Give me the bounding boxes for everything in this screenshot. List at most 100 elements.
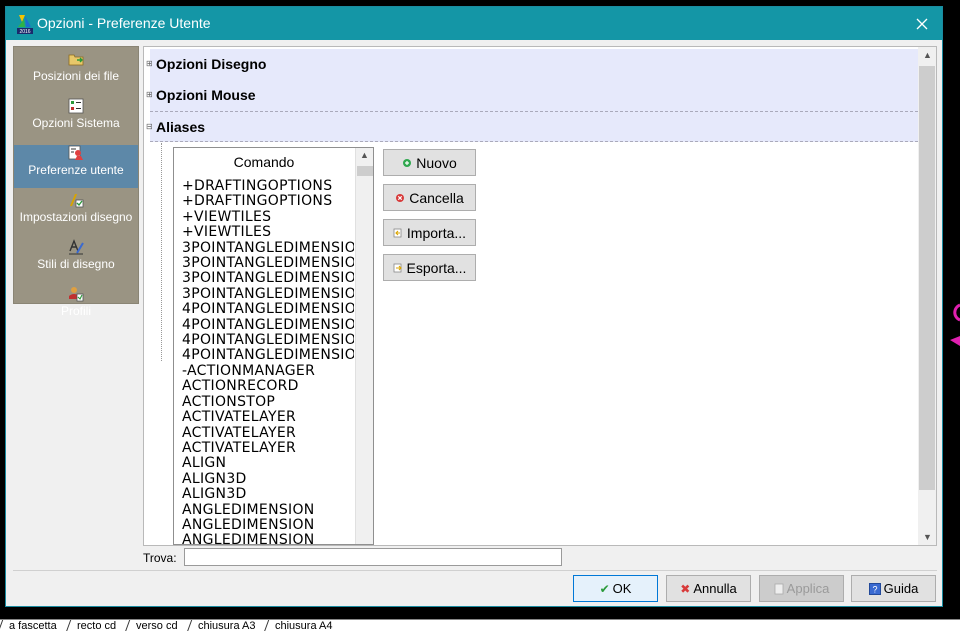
app-logo-icon: 2016 (17, 15, 33, 35)
nav-item-drawing-styles[interactable]: Stili di disegno (14, 239, 138, 282)
list-item[interactable]: ALIGN3D (182, 471, 354, 487)
system-options-icon (68, 98, 84, 114)
list-item[interactable]: ALIGN3D (182, 486, 354, 502)
list-item[interactable]: 3POINTANGLEDIMENSIO (182, 255, 354, 271)
tree-connector (161, 143, 162, 361)
scroll-up-icon[interactable]: ▲ (360, 150, 369, 160)
scroll-thumb[interactable] (357, 166, 373, 176)
list-item[interactable]: +DRAFTINGOPTIONS (182, 179, 354, 194)
button-label: Esporta... (406, 259, 467, 276)
nav-item-profiles[interactable]: Profili (14, 286, 138, 329)
close-button[interactable] (902, 7, 942, 40)
layout-tab[interactable]: verso cd (124, 620, 188, 631)
scroll-up-icon[interactable]: ▲ (923, 50, 932, 60)
list-item[interactable]: 4POINTANGLEDIMENSIO (182, 317, 354, 333)
nav-item-label: Impostazioni disegno (19, 210, 133, 224)
import-icon (393, 228, 402, 237)
drawing-settings-icon (70, 194, 84, 208)
nav-item-user-preferences[interactable]: Preferenze utente (14, 145, 138, 188)
nav-item-system-options[interactable]: Opzioni Sistema (14, 98, 138, 141)
folder-icon (68, 54, 84, 66)
list-item[interactable]: ACTIONRECORD (182, 378, 354, 394)
scroll-down-icon[interactable]: ▼ (923, 532, 932, 542)
list-item[interactable]: ACTIVATELAYER (182, 409, 354, 425)
apply-icon (774, 583, 784, 594)
layout-tab[interactable]: a fascetta (0, 620, 67, 631)
profiles-icon (69, 287, 84, 302)
list-item[interactable]: ACTIONSTOP (182, 394, 354, 410)
layout-tab[interactable]: chiusura A4 (263, 620, 343, 631)
expand-icon[interactable]: ⊞ (146, 59, 153, 68)
button-label: Applica (786, 581, 830, 596)
ok-button[interactable]: ✔ OK (573, 575, 658, 602)
scroll-thumb[interactable] (919, 66, 935, 490)
layout-tab[interactable]: recto cd (65, 620, 127, 631)
new-alias-button[interactable]: Nuovo (383, 149, 476, 176)
help-icon: ? (868, 582, 881, 595)
nav-item-label: Posizioni dei file (32, 69, 120, 83)
layout-tab-label: chiusura A3 (197, 620, 256, 631)
list-item[interactable]: +VIEWTILES (182, 224, 354, 240)
list-item[interactable]: +VIEWTILES (182, 209, 354, 225)
list-item[interactable]: 3POINTANGLEDIMENSIO (182, 240, 354, 256)
delete-alias-button[interactable]: Cancella (383, 184, 476, 211)
nav-item-file-locations[interactable]: Posizioni dei file (14, 51, 138, 94)
list-item[interactable]: ANGLEDIMENSION (182, 532, 354, 544)
apply-button[interactable]: Applica (759, 575, 844, 602)
find-label: Trova: (143, 551, 177, 565)
list-item[interactable]: 3POINTANGLEDIMENSIO (182, 286, 354, 302)
button-label: Annulla (693, 581, 737, 596)
list-item[interactable]: 4POINTANGLEDIMENSIO (182, 348, 354, 364)
button-label: Importa... (406, 224, 467, 241)
section-title: Opzioni Mouse (156, 87, 256, 103)
svg-text:?: ? (872, 584, 877, 594)
layout-tab-label: verso cd (135, 620, 178, 631)
check-icon: ✔ (599, 581, 610, 596)
title-bar[interactable]: 2016 Opzioni - Preferenze Utente (6, 7, 942, 40)
section-aliases[interactable]: ⊟ Aliases (146, 111, 918, 142)
nav-item-label: Profili (60, 304, 91, 318)
list-item[interactable]: +DRAFTINGOPTIONS (182, 193, 354, 209)
list-item[interactable]: ANGLEDIMENSION (182, 502, 354, 518)
list-item[interactable]: 3POINTANGLEDIMENSIO (182, 271, 354, 287)
list-item[interactable]: ACTIVATELAYER (182, 440, 354, 456)
aliases-list-items: +DRAFTINGOPTIONS +DRAFTINGOPTIONS +VIEWTIL… (182, 179, 354, 544)
section-mouse-options[interactable]: ⊞ Opzioni Mouse (146, 80, 918, 111)
app-logo-year: 2016 (19, 29, 30, 35)
layout-tab[interactable]: chiusura A3 (186, 620, 266, 631)
preferences-panel: ⊞ Opzioni Disegno ⊞ Opzioni Mouse ⊟ Alia… (143, 46, 937, 546)
list-item[interactable]: ALIGN (182, 455, 354, 471)
delete-icon (396, 193, 405, 202)
column-header-command[interactable]: Comando (174, 154, 354, 170)
find-input[interactable] (184, 548, 562, 566)
cancel-button[interactable]: ✖ Annulla (666, 575, 751, 602)
list-item[interactable]: ACTIVATELAYER (182, 425, 354, 441)
nav-item-drawing-settings[interactable]: Impostazioni disegno (14, 192, 138, 235)
section-drawing-options[interactable]: ⊞ Opzioni Disegno (146, 49, 918, 80)
options-dialog: 2016 Opzioni - Preferenze Utente Posizio… (5, 6, 943, 607)
panel-scrollbar[interactable]: ▲ ▼ (918, 47, 936, 545)
nav-item-label: Stili di disegno (37, 257, 115, 271)
button-label: OK (612, 581, 632, 596)
list-item[interactable]: 4POINTANGLEDIMENSIO (182, 332, 354, 348)
nav-item-label: Opzioni Sistema (32, 116, 120, 130)
list-item[interactable]: ANGLEDIMENSION (182, 517, 354, 533)
add-icon (403, 158, 412, 167)
options-nav: Posizioni dei file Opzioni Sistema Prefe… (13, 46, 139, 318)
footer-divider (13, 570, 937, 571)
import-alias-button[interactable]: Importa... (383, 219, 476, 246)
export-icon (393, 263, 402, 272)
list-scrollbar[interactable]: ▲ (355, 148, 373, 544)
help-button[interactable]: ? Guida (851, 575, 936, 602)
collapse-icon[interactable]: ⊟ (146, 122, 153, 131)
section-title: Opzioni Disegno (156, 56, 267, 72)
layout-tab-label: a fascetta (9, 620, 57, 631)
aliases-list[interactable]: Comando +DRAFTINGOPTIONS +DRAFTINGOPTIONS… (173, 147, 374, 545)
export-alias-button[interactable]: Esporta... (383, 254, 476, 281)
drawing-styles-icon (69, 239, 84, 255)
list-item[interactable]: -ACTIONMANAGER (182, 363, 354, 379)
expand-icon[interactable]: ⊞ (146, 90, 153, 99)
x-icon: ✖ (680, 581, 691, 596)
list-item[interactable]: 4POINTANGLEDIMENSIO (182, 301, 354, 317)
cad-magenta-marker (950, 303, 960, 346)
